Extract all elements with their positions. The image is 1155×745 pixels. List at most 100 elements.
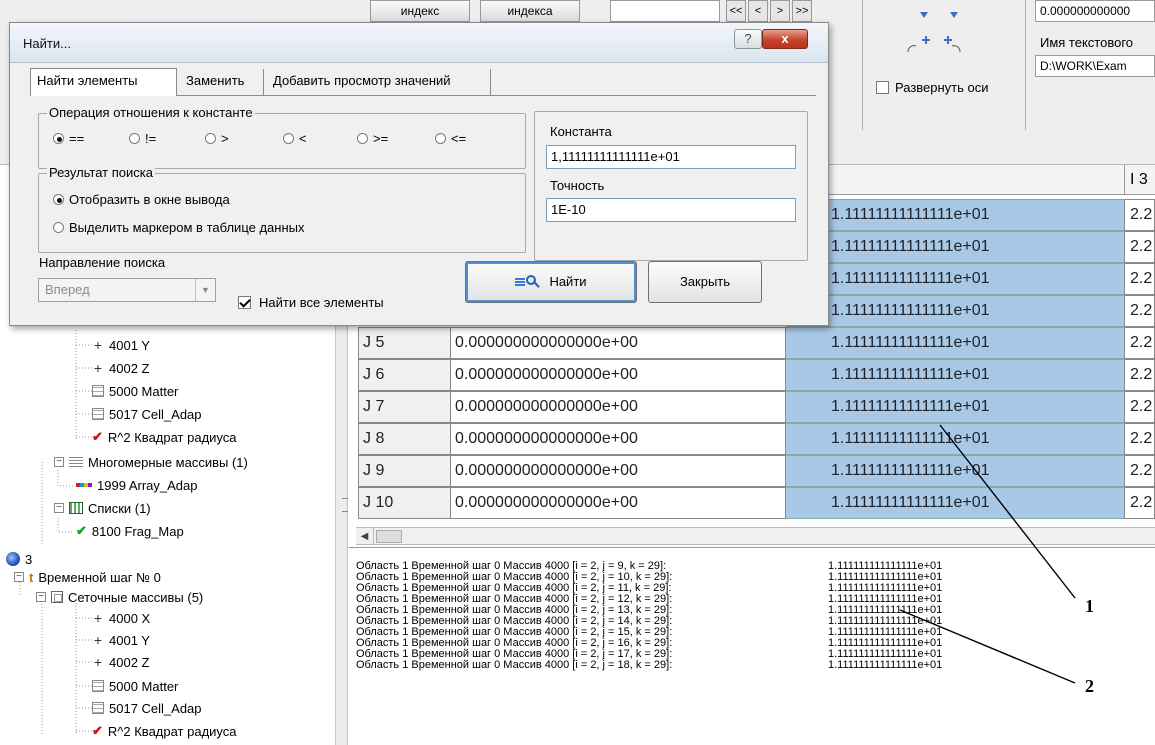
tree-item[interactable]: + 4002 Z [92,359,150,377]
table-cell[interactable]: 0.000000000000000e+00 [451,455,786,487]
table-cell[interactable]: 2.2 [1124,391,1155,423]
table-cell[interactable]: 1.11111111111111e+01 [786,327,1124,359]
table-cell[interactable]: 2.2 [1124,231,1155,263]
tree-item[interactable]: ✔ 8100 Frag_Map [76,522,184,540]
collapse-icon[interactable]: − [36,592,46,602]
op-radio-lt[interactable]: < [283,131,307,146]
table-cell[interactable]: 2.2 [1124,487,1155,519]
result-radio-marker[interactable]: Выделить маркером в таблице данных [53,220,304,235]
table-cell[interactable]: 2.2 [1124,327,1155,359]
tree-item[interactable]: + 4001 Y [92,336,150,354]
tree-item[interactable]: 5000 Matter [92,677,178,695]
table-cell[interactable]: 1.11111111111111e+01 [786,455,1124,487]
tree-item[interactable]: 3 [6,550,32,568]
table-cell[interactable]: 2.2 [1124,199,1155,231]
tree-item[interactable]: 5017 Cell_Adap [92,405,202,423]
radio-label: < [299,131,307,146]
tree-item[interactable]: − Сеточные массивы (5) [36,588,203,606]
row-header[interactable]: J 9 [358,455,451,487]
index-button-2[interactable]: индекса [480,0,580,22]
help-button[interactable]: ? [734,29,762,49]
find-button-label: Найти [549,274,587,289]
table-cell[interactable]: 0.000000000000000e+00 [451,423,786,455]
radio-icon [357,133,368,144]
dialog-title-bar[interactable]: Найти... ? x [10,23,828,63]
close-button[interactable]: Закрыть [648,261,762,303]
scroll-left-icon[interactable]: ◀ [356,528,374,545]
output-window[interactable]: Область 1 Временной шаг 0 Массив 4000 [i… [349,547,1155,745]
table-cell[interactable]: 2.2 [1124,423,1155,455]
nav-first-button[interactable]: << [726,0,746,22]
tab-add-value-view[interactable]: Добавить просмотр значений [267,69,491,95]
tree-item[interactable]: 1999 Array_Adap [76,476,197,494]
table-cell[interactable]: 2.2 [1124,263,1155,295]
group-label: Операция отношения к константе [47,105,255,120]
tree-item[interactable]: 5000 Matter [92,382,178,400]
table-cell[interactable]: 0.000000000000000e+00 [451,391,786,423]
find-all-checkbox[interactable]: Найти все элементы [238,295,384,310]
table-cell[interactable]: 0.000000000000000e+00 [451,327,786,359]
index-input[interactable] [610,0,720,22]
table-cell[interactable]: 1.11111111111111e+01 [786,391,1124,423]
row-header[interactable]: J 10 [358,487,451,519]
table-cell[interactable]: 1.11111111111111e+01 [786,231,1124,263]
radio-label: == [69,131,85,146]
index-button[interactable]: индекс [370,0,470,22]
table-cell[interactable]: 1.11111111111111e+01 [786,263,1124,295]
find-dialog: Найти... ? x Найти элементы Заменить Доб… [9,22,829,326]
tab-find-elements[interactable]: Найти элементы [30,68,177,96]
op-radio-gt[interactable]: > [205,131,229,146]
row-header[interactable]: J 5 [358,327,451,359]
tree-item[interactable]: − Многомерные массивы (1) [54,453,248,471]
chevron-down-icon[interactable]: ▼ [195,279,215,301]
table-cell[interactable]: 1.11111111111111e+01 [786,199,1124,231]
find-button[interactable]: Найти [465,261,637,303]
splitter-grip-icon[interactable] [342,498,348,512]
nav-last-button[interactable]: >> [792,0,812,22]
table-cell[interactable]: 1.11111111111111e+01 [786,423,1124,455]
value-field[interactable]: 0.000000000000 [1035,0,1155,22]
table-cell[interactable]: 1.11111111111111e+01 [786,487,1124,519]
table-cell[interactable]: 0.000000000000000e+00 [451,487,786,519]
close-window-button[interactable]: x [762,29,808,49]
collapse-icon[interactable]: − [54,503,64,513]
horizontal-scrollbar[interactable]: ◀ [356,527,1155,545]
tab-replace[interactable]: Заменить [180,69,264,95]
collapse-icon[interactable]: − [14,572,24,582]
precision-field[interactable]: 1E-10 [546,198,796,222]
tree-item[interactable]: ✔ R^2 Квадрат радиуса [92,722,237,740]
constant-field[interactable]: 1,11111111111111e+01 [546,145,796,169]
tree-item[interactable]: + 4001 Y [92,631,150,649]
tree-item[interactable]: + 4000 X [92,609,150,627]
tree-item[interactable]: ✔ R^2 Квадрат радиуса [92,428,237,446]
grid-array-icon [92,702,104,714]
text-file-path-field[interactable]: D:\WORK\Exam [1035,55,1155,77]
nav-prev-button[interactable]: < [748,0,768,22]
column-header[interactable]: I 3 [1124,165,1155,195]
table-cell[interactable]: 1.11111111111111e+01 [786,295,1124,327]
expand-axes-checkbox[interactable]: Развернуть оси [876,76,1016,98]
tree-item[interactable]: − t Временной шаг № 0 [14,568,161,586]
table-cell[interactable]: 1.11111111111111e+01 [786,359,1124,391]
red-check-icon: ✔ [92,429,103,444]
row-header[interactable]: J 6 [358,359,451,391]
op-radio-neq[interactable]: != [129,131,156,146]
tree-item[interactable]: − Списки (1) [54,499,151,517]
row-header[interactable]: J 7 [358,391,451,423]
nav-next-button[interactable]: > [770,0,790,22]
result-radio-output[interactable]: Отобразить в окне вывода [53,192,230,207]
row-header[interactable]: J 8 [358,423,451,455]
table-cell[interactable]: 0.000000000000000e+00 [451,359,786,391]
collapse-icon[interactable]: − [54,457,64,467]
op-radio-gte[interactable]: >= [357,131,388,146]
tree-item[interactable]: 5017 Cell_Adap [92,699,202,717]
table-cell[interactable]: 2.2 [1124,359,1155,391]
scroll-thumb[interactable] [376,530,402,543]
op-radio-lte[interactable]: <= [435,131,466,146]
direction-select[interactable]: Вперед ▼ [38,278,216,302]
rotate-axes-icon[interactable] [900,10,970,65]
tree-item[interactable]: + 4002 Z [92,653,150,671]
table-cell[interactable]: 2.2 [1124,295,1155,327]
table-cell[interactable]: 2.2 [1124,455,1155,487]
op-radio-eq[interactable]: == [53,131,84,146]
